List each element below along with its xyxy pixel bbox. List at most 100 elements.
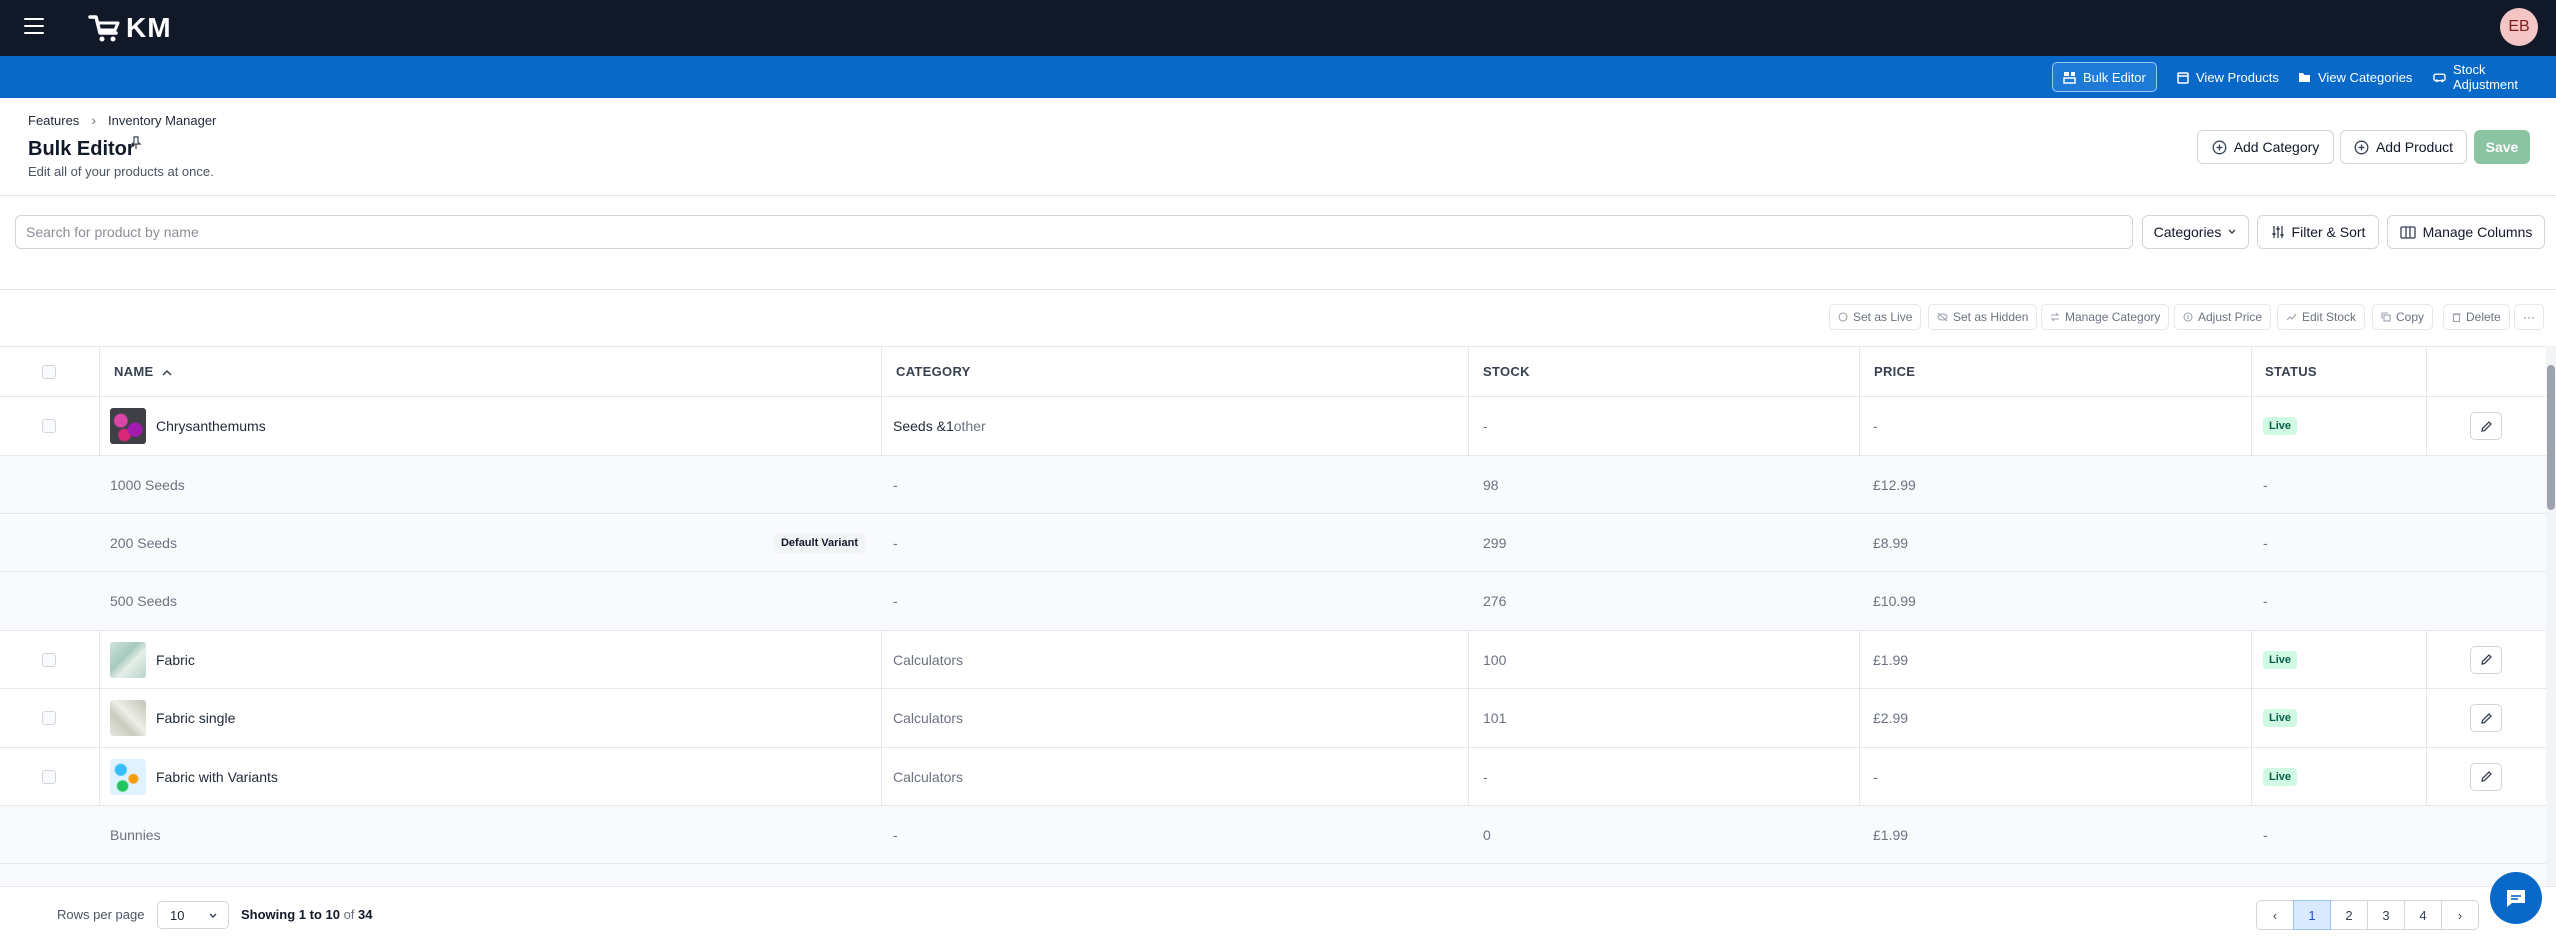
rows-per-page-select[interactable]: 10: [157, 901, 229, 929]
showing-of: of: [339, 907, 359, 922]
save-button[interactable]: Save: [2474, 130, 2530, 164]
table-row[interactable]: Chrysanthemums Seeds & 1 other - - Live: [0, 397, 2546, 456]
stock-cell: 299: [1483, 534, 1507, 551]
search-input[interactable]: [15, 215, 2133, 249]
nav-bulk-editor[interactable]: Bulk Editor: [2052, 62, 2157, 92]
column-header-stock[interactable]: STOCK: [1483, 347, 1530, 396]
coin-icon: [2183, 312, 2193, 322]
variant-name: Bunnies: [110, 826, 161, 843]
filter-sort-label: Filter & Sort: [2291, 224, 2366, 240]
row-checkbox[interactable]: [42, 748, 56, 805]
variant-row[interactable]: 1000 Seeds - 98 £12.99 -: [0, 456, 2546, 514]
price-cell: £12.99: [1873, 476, 1916, 493]
copy-icon: [2381, 312, 2391, 322]
page-button-3[interactable]: 3: [2367, 900, 2405, 930]
breadcrumb-inventory-manager[interactable]: Inventory Manager: [108, 113, 216, 128]
categories-dropdown[interactable]: Categories: [2142, 215, 2249, 249]
delete-button[interactable]: Delete: [2443, 304, 2510, 330]
row-checkbox[interactable]: [42, 397, 56, 455]
nav-view-categories[interactable]: View Categories: [2288, 62, 2422, 92]
status-badge: Live: [2263, 650, 2298, 669]
nav-stock-adjustment[interactable]: Stock Adjustment: [2423, 62, 2556, 92]
logo[interactable]: KM: [88, 8, 172, 48]
edit-stock-button[interactable]: Edit Stock: [2277, 304, 2366, 330]
manage-category-button[interactable]: Manage Category: [2041, 304, 2170, 330]
action-label: Set as Hidden: [1953, 310, 2029, 324]
more-actions-button[interactable]: ···: [2514, 304, 2544, 330]
variant-row[interactable]: 500 Seeds - 276 £10.99 -: [0, 572, 2546, 631]
row-checkbox[interactable]: [42, 689, 56, 747]
product-name: Fabric: [156, 651, 195, 668]
edit-button[interactable]: [2470, 645, 2502, 674]
pin-icon[interactable]: [130, 136, 142, 155]
price-cell: £2.99: [1873, 710, 1909, 726]
page-button-1[interactable]: 1: [2293, 900, 2331, 930]
menu-icon[interactable]: [24, 18, 44, 34]
variant-row[interactable]: 200 Seeds Default Variant - 299 £8.99 -: [0, 514, 2546, 572]
category-count: 1: [945, 418, 954, 434]
trend-icon: [2286, 313, 2297, 321]
sort-ascending-icon: [162, 369, 173, 376]
product-name: Fabric with Variants: [156, 768, 278, 785]
chat-button[interactable]: [2490, 872, 2542, 924]
page-button-2[interactable]: 2: [2330, 900, 2368, 930]
scrollbar-thumb[interactable]: [2547, 365, 2555, 510]
nav-view-products[interactable]: View Products: [2167, 62, 2289, 92]
categories-label: Categories: [2153, 224, 2222, 240]
set-as-hidden-button[interactable]: Set as Hidden: [1928, 304, 2038, 330]
add-category-button[interactable]: Add Category: [2197, 130, 2334, 164]
edit-button[interactable]: [2470, 704, 2502, 732]
row-actions: [2470, 631, 2502, 688]
price-cell: £1.99: [1873, 826, 1909, 843]
table-row[interactable]: Fabric Calculators 100 £1.99 Live: [0, 631, 2546, 689]
product-name: Fabric single: [156, 710, 236, 726]
edit-button[interactable]: [2470, 412, 2502, 440]
nav-label: Stock Adjustment: [2452, 62, 2519, 92]
products-table: NAME CATEGORY STOCK PRICE STATUS Chrysan…: [0, 346, 2546, 886]
nav-label: Bulk Editor: [2083, 69, 2146, 85]
breadcrumb-features[interactable]: Features: [28, 113, 79, 128]
row-checkbox[interactable]: [42, 631, 56, 688]
stock-cell: -: [1483, 768, 1488, 785]
column-header-category[interactable]: CATEGORY: [896, 347, 971, 396]
chat-icon: [2507, 890, 2525, 907]
table-row[interactable]: Fabric single Calculators 101 £2.99 Live: [0, 689, 2546, 748]
pencil-icon: [2480, 712, 2492, 724]
trash-icon: [2452, 313, 2461, 322]
edit-button[interactable]: [2470, 762, 2502, 791]
add-product-button[interactable]: Add Product: [2340, 130, 2467, 164]
row-actions: [2470, 689, 2502, 747]
manage-columns-button[interactable]: Manage Columns: [2387, 215, 2545, 249]
column-header-price[interactable]: PRICE: [1874, 347, 1915, 396]
showing-prefix: Showing: [241, 907, 299, 922]
category-cell: -: [893, 826, 898, 843]
next-page-button[interactable]: ›: [2441, 900, 2479, 930]
column-header-status[interactable]: STATUS: [2265, 347, 2317, 396]
variant-name: 500 Seeds: [110, 593, 177, 609]
pagination: ‹ 1 2 3 4 ›: [2256, 900, 2479, 930]
nav-label: View Categories: [2318, 69, 2413, 85]
avatar[interactable]: EB: [2500, 8, 2538, 46]
select-all-checkbox[interactable]: [42, 347, 56, 396]
status-cell: -: [2263, 476, 2268, 493]
set-as-live-button[interactable]: Set as Live: [1829, 304, 1922, 330]
category-cell: Calculators: [893, 768, 964, 785]
variant-name: 1000 Seeds: [110, 476, 185, 493]
filter-sort-button[interactable]: Filter & Sort: [2257, 215, 2379, 249]
adjust-price-button[interactable]: Adjust Price: [2174, 304, 2272, 330]
nav-label: View Products: [2196, 69, 2279, 85]
copy-button[interactable]: Copy: [2372, 304, 2434, 330]
table-row[interactable]: Fabric with Variants Calculators - - Liv…: [0, 748, 2546, 806]
product-thumbnail: [110, 408, 146, 444]
page-button-4[interactable]: 4: [2404, 900, 2442, 930]
product-name-cell: Fabric: [110, 631, 195, 688]
action-label: Copy: [2396, 310, 2425, 324]
chevron-down-icon: [209, 913, 217, 918]
variant-row[interactable]: Bunnies - 0 £1.99 -: [0, 806, 2546, 864]
variant-row[interactable]: [0, 864, 2546, 886]
variant-name-cell: 200 Seeds Default Variant: [110, 514, 881, 571]
prev-page-button[interactable]: ‹: [2256, 900, 2294, 930]
category-cell: -: [893, 593, 898, 609]
column-header-name[interactable]: NAME: [114, 347, 173, 396]
circle-check-icon: [1838, 312, 1848, 322]
